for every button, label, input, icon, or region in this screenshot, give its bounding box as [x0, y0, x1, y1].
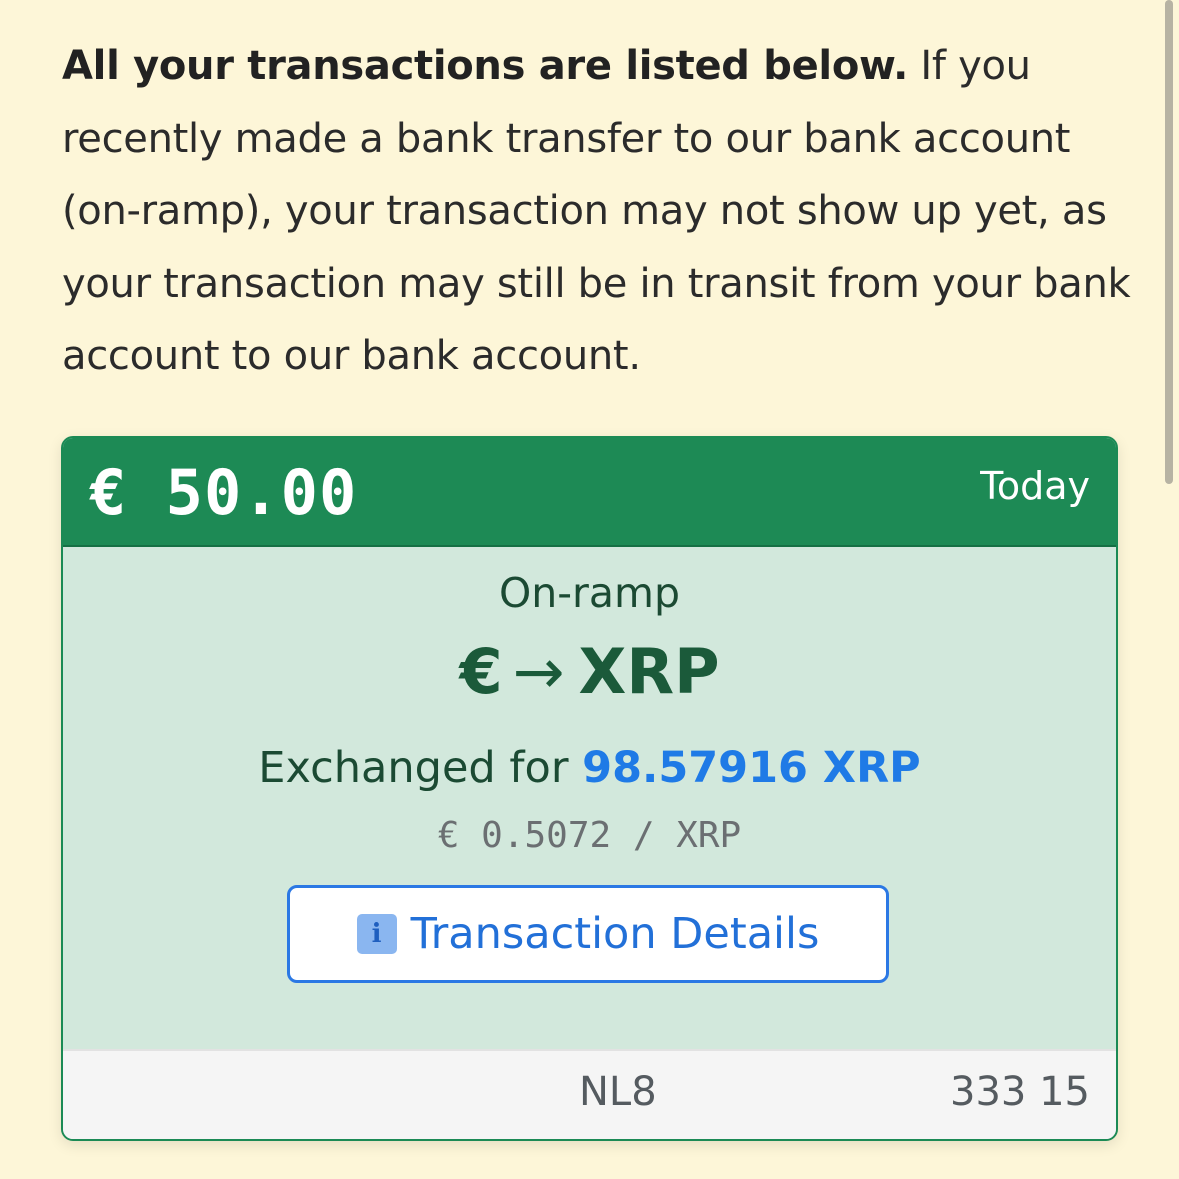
transaction-amount: € 50.00 — [89, 456, 358, 529]
intro-body: If you recently made a bank transfer to … — [62, 43, 1131, 379]
transaction-type: On-ramp — [499, 569, 680, 617]
exchanged-value: 98.57916 XRP — [582, 743, 921, 793]
iban-start: NL8 — [579, 1069, 657, 1115]
transaction-date: Today — [980, 464, 1090, 508]
exchanged-line: Exchanged for 98.57916 XRP — [63, 743, 1116, 793]
from-currency: € — [459, 635, 503, 708]
transaction-details-label: Transaction Details — [410, 909, 820, 959]
transaction-header: € 50.00 Today — [63, 438, 1116, 547]
scrollbar[interactable] — [1165, 0, 1173, 484]
intro-heading: All your transactions are listed below. — [62, 43, 908, 89]
exchanged-label: Exchanged for — [258, 743, 583, 793]
arrow-right-icon: → — [512, 635, 565, 708]
to-currency: XRP — [578, 635, 720, 708]
transaction-details-button[interactable]: i Transaction Details — [287, 885, 889, 983]
iban-end: 333 15 — [950, 1069, 1090, 1115]
intro-text: All your transactions are listed below. … — [62, 30, 1132, 393]
transaction-card: € 50.00 Today On-ramp € → XRP Exchanged fo… — [61, 436, 1118, 1141]
currency-pair: € → XRP — [63, 635, 1116, 708]
transaction-footer: NL8 333 15 — [63, 1049, 1116, 1139]
exchange-rate: € 0.5072 / XRP — [437, 815, 742, 856]
info-icon: i — [356, 914, 397, 954]
transaction-body: On-ramp € → XRP Exchanged for 98.57916 XRP… — [63, 547, 1116, 1049]
